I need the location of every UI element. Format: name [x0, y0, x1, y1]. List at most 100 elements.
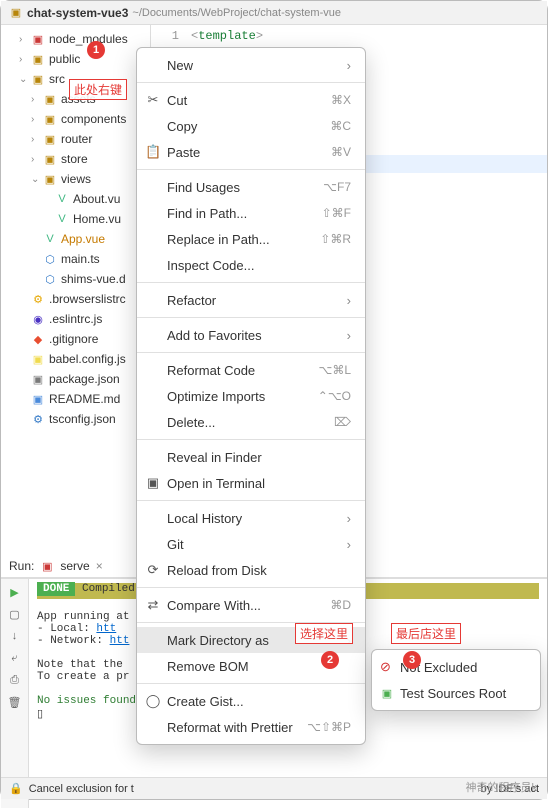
- menu-reveal[interactable]: Reveal in Finder: [137, 444, 365, 470]
- menu-paste[interactable]: 📋Paste⌘V: [137, 139, 365, 165]
- tree-readme[interactable]: ▣README.md: [1, 389, 150, 409]
- menu-git[interactable]: Git›: [137, 531, 365, 557]
- watermark: 神奇的程序员k: [466, 779, 538, 795]
- eslint-icon: ◉: [31, 312, 45, 326]
- menu-new[interactable]: New›: [137, 52, 365, 78]
- chevron-right-icon: ›: [347, 511, 351, 526]
- run-tab-name[interactable]: serve: [60, 559, 89, 573]
- down-icon[interactable]: ↓: [8, 629, 22, 643]
- wrap-icon[interactable]: ⤶: [8, 651, 22, 665]
- tree-views[interactable]: ⌄▣views: [1, 169, 150, 189]
- terminal-icon: ▣: [145, 475, 161, 491]
- menu-find-in-path[interactable]: Find in Path...⇧⌘F: [137, 200, 365, 226]
- tree-package[interactable]: ▣package.json: [1, 369, 150, 389]
- network-url[interactable]: htt: [110, 635, 130, 647]
- folder-icon: ▣: [43, 172, 57, 186]
- tree-eslint[interactable]: ◉.eslintrc.js: [1, 309, 150, 329]
- cancel-icon: ⊘: [380, 659, 391, 675]
- tree-shims[interactable]: ⬡shims-vue.d: [1, 269, 150, 289]
- ts-icon: ⚙: [31, 412, 45, 426]
- folder-icon: ▣: [31, 52, 45, 66]
- project-tree[interactable]: ›▣node_modules ›▣public ⌄▣src ›▣assets ›…: [1, 25, 151, 555]
- chevron-right-icon: ›: [347, 328, 351, 343]
- submenu-test-sources[interactable]: ▣Test Sources Root: [372, 680, 540, 706]
- annotation-badge-3: 3: [403, 651, 421, 669]
- tree-components[interactable]: ›▣components: [1, 109, 150, 129]
- trash-icon[interactable]: 🗑: [8, 695, 22, 709]
- run-label: Run:: [9, 559, 34, 573]
- folder-icon: ▣: [31, 32, 45, 46]
- tree-browserslist[interactable]: ⚙.browserslistrc: [1, 289, 150, 309]
- project-path: ~/Documents/WebProject/chat-system-vue: [132, 7, 341, 19]
- folder-icon: ▣: [9, 6, 23, 20]
- chevron-right-icon: ›: [347, 58, 351, 73]
- git-icon: ◆: [31, 332, 45, 346]
- submenu-not-excluded[interactable]: ⊘Not Excluded: [372, 654, 540, 680]
- tree-babel[interactable]: ▣babel.config.js: [1, 349, 150, 369]
- tree-about[interactable]: VAbout.vu: [1, 189, 150, 209]
- annotation-3: 最后店这里: [391, 623, 461, 644]
- menu-terminal[interactable]: ▣Open in Terminal: [137, 470, 365, 496]
- tree-main-ts[interactable]: ⬡main.ts: [1, 249, 150, 269]
- close-icon[interactable]: ×: [96, 559, 103, 573]
- tree-gitignore[interactable]: ◆.gitignore: [1, 329, 150, 349]
- menu-reformat[interactable]: Reformat Code⌥⌘L: [137, 357, 365, 383]
- vue-icon: V: [55, 212, 69, 226]
- tree-public[interactable]: ›▣public: [1, 49, 150, 69]
- local-url[interactable]: htt: [96, 623, 116, 635]
- menu-copy[interactable]: Copy⌘C: [137, 113, 365, 139]
- folder-icon: ▣: [43, 92, 57, 106]
- chevron-right-icon: ›: [347, 293, 351, 308]
- folder-icon: ▣: [43, 132, 57, 146]
- tree-store[interactable]: ›▣store: [1, 149, 150, 169]
- folder-icon: ▣: [380, 686, 394, 700]
- folder-icon: ▣: [43, 112, 57, 126]
- vue-icon: V: [55, 192, 69, 206]
- menu-cut[interactable]: ✂Cut⌘X: [137, 87, 365, 113]
- stop-icon[interactable]: ▢: [8, 607, 22, 621]
- annotation-2: 选择这里: [295, 623, 353, 644]
- annotation-1: 此处右键: [69, 79, 127, 100]
- project-name: chat-system-vue3: [27, 6, 128, 20]
- github-icon: ◯: [145, 693, 161, 709]
- annotation-badge-2: 2: [321, 651, 339, 669]
- file-icon: ⚙: [31, 292, 45, 306]
- menu-refactor[interactable]: Refactor›: [137, 287, 365, 313]
- menu-gist[interactable]: ◯Create Gist...: [137, 688, 365, 714]
- compare-icon: ⇄: [145, 597, 161, 613]
- menu-optimize[interactable]: Optimize Imports⌃⌥O: [137, 383, 365, 409]
- annotation-badge-1: 1: [87, 41, 105, 59]
- menu-find-usages[interactable]: Find Usages⌥F7: [137, 174, 365, 200]
- tree-router[interactable]: ›▣router: [1, 129, 150, 149]
- run-side-toolbar: ▶ ▢ ↓ ⤶ ⎙ 🗑: [1, 579, 29, 808]
- menu-prettier[interactable]: Reformat with Prettier⌥⇧⌘P: [137, 714, 365, 740]
- npm-icon: ▣: [40, 559, 54, 573]
- tree-app-vue[interactable]: VApp.vue: [1, 229, 150, 249]
- done-pill: DONE: [37, 582, 75, 596]
- scissors-icon: ✂: [145, 92, 161, 108]
- ts-icon: ⬡: [43, 272, 57, 286]
- chevron-right-icon: ›: [347, 537, 351, 552]
- tree-home[interactable]: VHome.vu: [1, 209, 150, 229]
- clipboard-icon: 📋: [145, 144, 161, 160]
- print-icon[interactable]: ⎙: [8, 673, 22, 687]
- markdown-icon: ▣: [31, 392, 45, 406]
- tree-node-modules[interactable]: ›▣node_modules: [1, 29, 150, 49]
- menu-delete[interactable]: Delete...⌦: [137, 409, 365, 435]
- vue-icon: V: [43, 232, 57, 246]
- menu-compare[interactable]: ⇄Compare With...⌘D: [137, 592, 365, 618]
- lock-icon[interactable]: 🔒: [9, 782, 23, 795]
- folder-icon: ▣: [43, 152, 57, 166]
- menu-history[interactable]: Local History›: [137, 505, 365, 531]
- menu-replace-in-path[interactable]: Replace in Path...⇧⌘R: [137, 226, 365, 252]
- title-bar: ▣ chat-system-vue3 ~/Documents/WebProjec…: [1, 1, 547, 25]
- reload-icon: ⟳: [145, 562, 161, 578]
- menu-reload[interactable]: ⟳Reload from Disk: [137, 557, 365, 583]
- menu-favorites[interactable]: Add to Favorites›: [137, 322, 365, 348]
- tree-tsconfig[interactable]: ⚙tsconfig.json: [1, 409, 150, 429]
- menu-inspect[interactable]: Inspect Code...: [137, 252, 365, 278]
- mark-directory-submenu[interactable]: ⊘Not Excluded ▣Test Sources Root: [371, 649, 541, 711]
- rerun-icon[interactable]: ▶: [8, 585, 22, 599]
- folder-icon: ▣: [31, 72, 45, 86]
- js-icon: ▣: [31, 352, 45, 366]
